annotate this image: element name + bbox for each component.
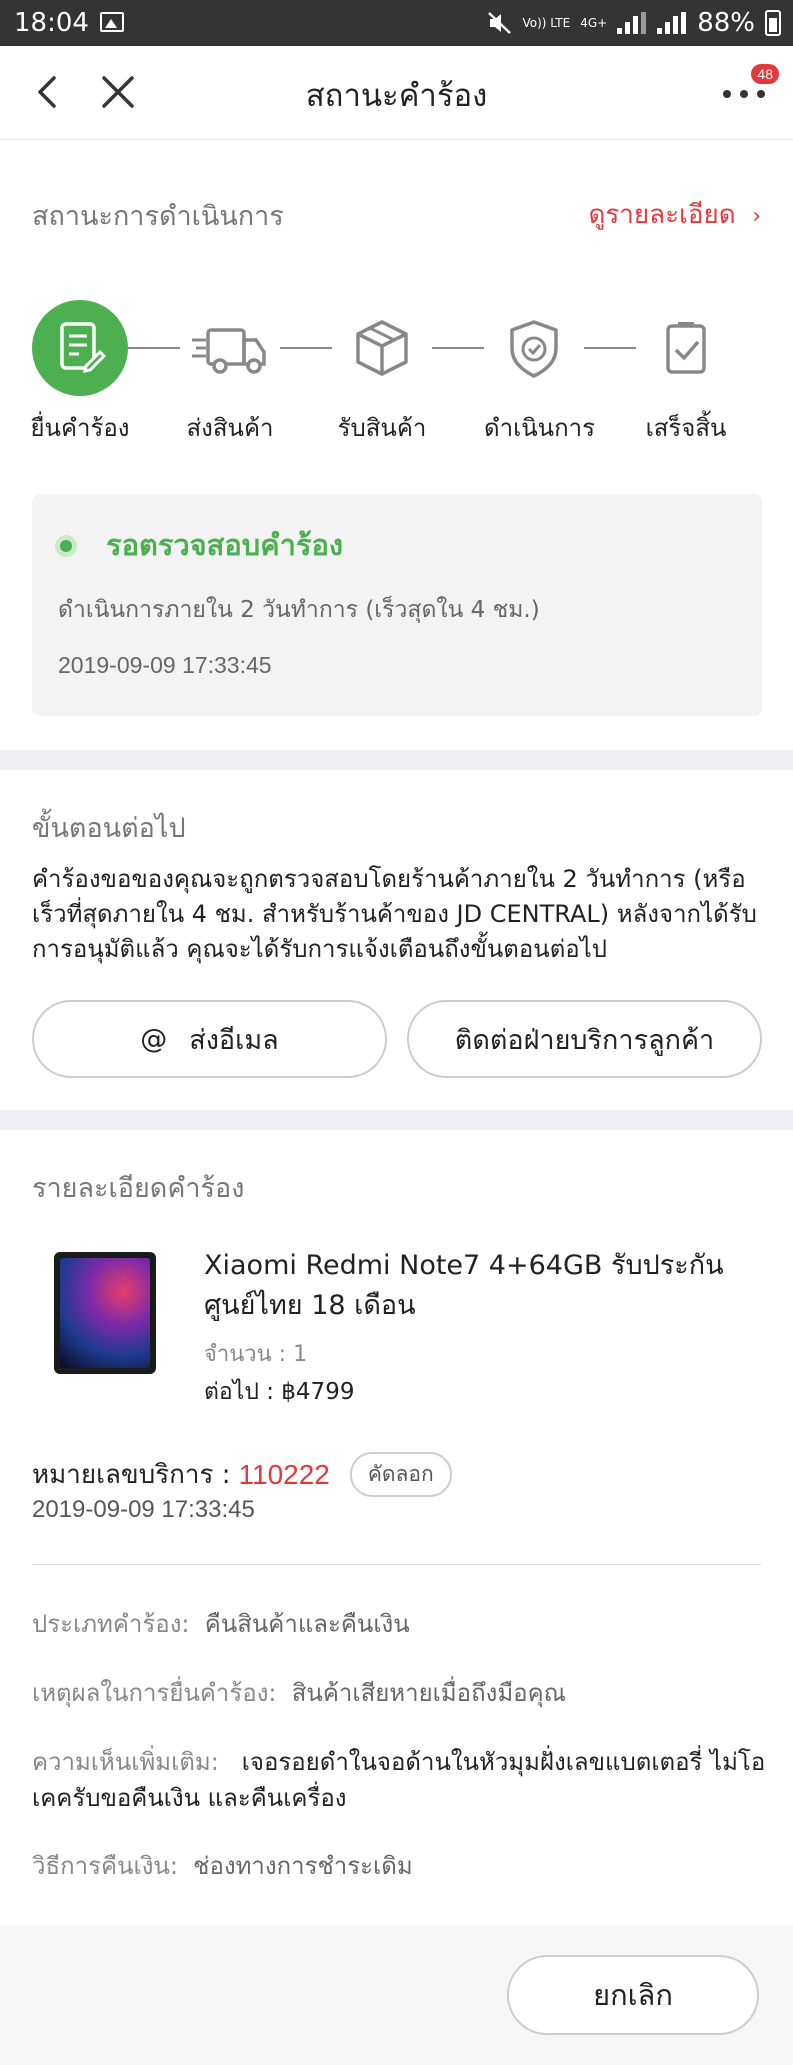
contact-support-button[interactable]: ติดต่อฝ่ายบริการลูกค้า	[407, 1000, 762, 1078]
shield-check-icon	[486, 300, 582, 396]
detail-key: ประเภทคำร้อง:	[32, 1610, 190, 1638]
detail-row-refund-method: วิธีการคืนเงิน: ช่องทางการชำระเดิม	[32, 1848, 772, 1884]
step-label: ดำเนินการ	[484, 414, 595, 442]
bottom-bar: ยกเลิก	[0, 1925, 793, 2065]
step-complete: เสร็จสิ้น	[636, 300, 736, 447]
step-label: ยื่นคำร้อง	[30, 414, 130, 442]
package-box-icon	[334, 300, 430, 396]
progress-section: สถานะการดำเนินการ ดูรายละเอียด › ยื่นคำร…	[0, 140, 793, 750]
status-title: รอตรวจสอบคำร้อง	[106, 528, 344, 562]
detail-key: เหตุผลในการยื่นคำร้อง:	[32, 1679, 277, 1707]
next-step-section: ขั้นตอนต่อไป คำร้องขอของคุณจะถูกตรวจสอบโ…	[0, 770, 793, 1110]
contact-support-label: ติดต่อฝ่ายบริการลูกค้า	[454, 1024, 715, 1056]
step-label: รับสินค้า	[337, 414, 427, 442]
clipboard-check-icon	[638, 300, 734, 396]
at-sign-icon: @	[140, 1023, 168, 1055]
battery-percent: 88%	[697, 8, 755, 38]
delivery-truck-icon	[182, 300, 278, 396]
detail-key: ความเห็นเพิ่มเติม:	[32, 1748, 219, 1776]
product-screen	[60, 1258, 150, 1368]
step-connector	[584, 347, 636, 349]
detail-value: คืนสินค้าและคืนเงิน	[204, 1610, 410, 1638]
notification-badge: 48	[751, 64, 779, 84]
detail-value: ช่องทางการชำระเดิม	[193, 1852, 413, 1880]
status-time: 18:04	[14, 8, 89, 38]
send-email-label: ส่งอีเมล	[189, 1024, 279, 1056]
detail-row-request-type: ประเภทคำร้อง: คืนสินค้าและคืนเงิน	[32, 1606, 772, 1642]
signal-icon	[657, 12, 687, 34]
product-image[interactable]	[54, 1252, 156, 1374]
product-name[interactable]: Xiaomi Redmi Note7 4+64GB รับประกันศูนย์…	[204, 1246, 764, 1326]
step-connector	[128, 347, 180, 349]
product-price: ต่อไป : ฿4799	[204, 1379, 355, 1405]
document-edit-icon	[32, 300, 128, 396]
service-time: 2019-09-09 17:33:45	[32, 1496, 255, 1523]
detail-row-reason: เหตุผลในการยื่นคำร้อง: สินค้าเสียหายเมื่…	[32, 1675, 772, 1711]
volte-indicator: Vo)) LTE	[522, 16, 571, 30]
signal-icon	[617, 12, 647, 34]
step-receive: รับสินค้า	[332, 300, 432, 447]
step-ship: ส่งสินค้า	[180, 300, 280, 447]
service-number-label: หมายเลขบริการ :	[32, 1460, 231, 1490]
status-time: 2019-09-09 17:33:45	[58, 652, 272, 678]
view-details-link[interactable]: ดูรายละเอียด ›	[588, 194, 761, 235]
cancel-button[interactable]: ยกเลิก	[507, 1955, 759, 2035]
more-icon[interactable]	[721, 86, 767, 102]
status-bar: 18:04 Vo)) LTE 4G+ 88%	[0, 0, 793, 46]
step-submit: ยื่นคำร้อง	[30, 300, 130, 447]
request-details-section: รายละเอียดคำร้อง Xiaomi Redmi Note7 4+64…	[0, 1130, 793, 1925]
page-title: สถานะคำร้อง	[305, 78, 488, 114]
status-dot-icon	[60, 540, 72, 552]
status-description: ดำเนินการภายใน 2 วันทำการ (เร็วสุดใน 4 ช…	[58, 597, 540, 623]
chevron-right-icon: ›	[752, 204, 761, 229]
view-details-label: ดูรายละเอียด	[588, 200, 736, 230]
detail-value: สินค้าเสียหายเมื่อถึงมือคุณ	[291, 1679, 566, 1707]
next-step-title: ขั้นตอนต่อไป	[32, 813, 186, 844]
progress-steps: ยื่นคำร้อง ส่งสินค้า รับสินค้า ดำเนินการ…	[30, 300, 762, 442]
battery-icon	[765, 10, 781, 36]
progress-title: สถานะการดำเนินการ	[32, 201, 284, 232]
service-number: 110222	[238, 1458, 330, 1490]
step-label: ส่งสินค้า	[186, 414, 274, 442]
step-connector	[432, 347, 484, 349]
request-details-title: รายละเอียดคำร้อง	[32, 1173, 245, 1204]
current-status-box: รอตรวจสอบคำร้อง ดำเนินการภายใน 2 วันทำกา…	[32, 494, 762, 716]
copy-button[interactable]: คัดลอก	[349, 1452, 452, 1497]
app-header: สถานะคำร้อง 48	[0, 46, 793, 140]
divider	[32, 1564, 761, 1565]
step-process: ดำเนินการ	[484, 300, 595, 447]
image-notification-icon	[100, 12, 124, 32]
product-quantity: จำนวน : 1	[204, 1342, 308, 1367]
detail-row-comment: ความเห็นเพิ่มเติม: เจอรอยดำในจอด้านในหัว…	[32, 1744, 772, 1816]
detail-key: วิธีการคืนเงิน:	[32, 1852, 178, 1880]
mute-icon	[488, 12, 512, 34]
service-number-row: หมายเลขบริการ : 110222 คัดลอก	[32, 1452, 452, 1497]
send-email-button[interactable]: @ ส่งอีเมล	[32, 1000, 387, 1078]
step-label: เสร็จสิ้น	[645, 414, 727, 442]
next-step-text: คำร้องขอของคุณจะถูกตรวจสอบโดยร้านค้าภายใ…	[32, 865, 757, 963]
network-type: 4G+	[580, 16, 608, 30]
status-indicators: Vo)) LTE 4G+ 88%	[488, 8, 781, 38]
step-connector	[280, 347, 332, 349]
